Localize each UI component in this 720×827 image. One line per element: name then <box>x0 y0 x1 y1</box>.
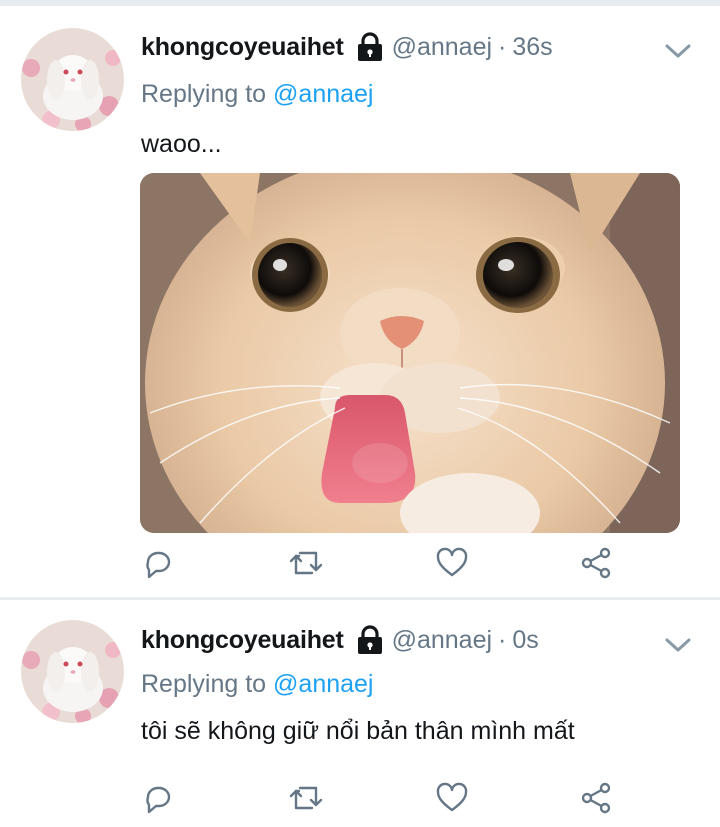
retweet-icon <box>288 547 324 584</box>
user-handle[interactable]: @annaej <box>392 626 492 655</box>
display-name[interactable]: khongcoyeuaihet <box>141 626 344 655</box>
tweet-photo[interactable] <box>140 173 680 533</box>
timestamp[interactable]: 36s <box>512 33 552 62</box>
share-icon <box>579 781 613 820</box>
reply-icon <box>142 547 174 584</box>
like-button[interactable] <box>432 545 472 585</box>
reply-icon <box>142 782 174 819</box>
tweet-header: khongcoyeuaihet @annaej · 36s <box>141 30 553 64</box>
reply-button[interactable] <box>138 545 178 585</box>
avatar[interactable] <box>21 28 124 131</box>
share-button[interactable] <box>576 545 616 585</box>
replying-to: Replying to @annaej <box>141 670 373 699</box>
chevron-down-icon[interactable] <box>664 636 692 654</box>
replying-to: Replying to @annaej <box>141 80 373 109</box>
user-handle[interactable]: @annaej <box>392 33 492 62</box>
share-button[interactable] <box>576 780 616 820</box>
replying-to-label: Replying to <box>141 80 267 108</box>
retweet-icon <box>288 782 324 819</box>
chevron-down-icon[interactable] <box>664 42 692 60</box>
tweet-text: waoo... <box>141 130 222 158</box>
separator-dot: · <box>498 625 507 654</box>
like-button[interactable] <box>432 780 472 820</box>
retweet-button[interactable] <box>286 780 326 820</box>
tweet[interactable]: khongcoyeuaihet @annaej · 0s Replying to… <box>0 600 720 827</box>
mention-link[interactable]: @annaej <box>273 80 373 108</box>
replying-to-label: Replying to <box>141 670 267 698</box>
tweet-header: khongcoyeuaihet @annaej · 0s <box>141 623 539 657</box>
tweet-actions <box>0 780 720 820</box>
tweet[interactable]: khongcoyeuaihet @annaej · 36s Replying t… <box>0 6 720 598</box>
timestamp[interactable]: 0s <box>512 626 538 655</box>
share-icon <box>579 546 613 585</box>
avatar[interactable] <box>21 620 124 723</box>
mention-link[interactable]: @annaej <box>273 670 373 698</box>
lock-icon <box>356 625 384 655</box>
like-icon <box>435 782 469 819</box>
retweet-button[interactable] <box>286 545 326 585</box>
tweet-text: tôi sẽ không giữ nổi bản thân mình mất <box>141 717 575 745</box>
separator-dot: · <box>498 32 507 61</box>
lock-icon <box>356 32 384 62</box>
tweet-actions <box>0 545 720 585</box>
reply-button[interactable] <box>138 780 178 820</box>
display-name[interactable]: khongcoyeuaihet <box>141 33 344 62</box>
like-icon <box>435 547 469 584</box>
